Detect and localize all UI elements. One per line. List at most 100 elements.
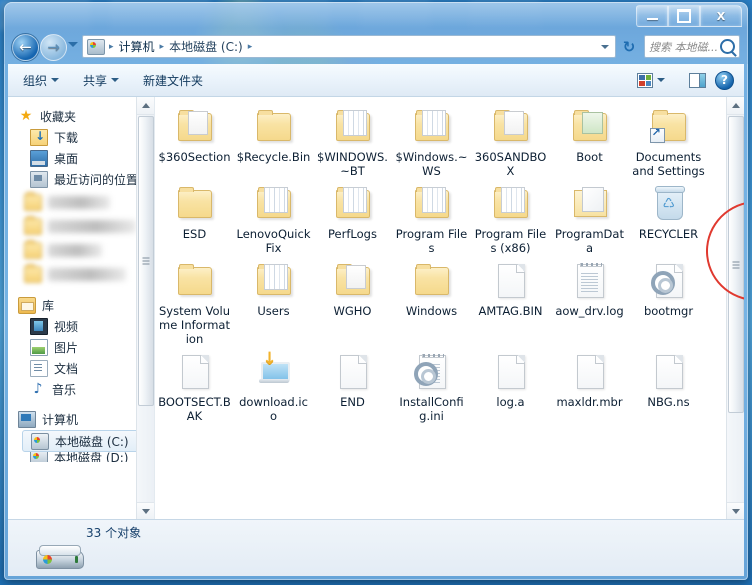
sidebar-item-redacted[interactable] bbox=[8, 214, 154, 238]
file-item[interactable]: System Volume Information bbox=[155, 255, 234, 346]
explorer-window: X ← → ▸ 计算机 ▸ 本地磁盘 (C:) ▸ ↻ 搜索 本地磁... 组织… bbox=[4, 2, 748, 580]
address-bar[interactable]: ▸ 计算机 ▸ 本地磁盘 (C:) ▸ bbox=[82, 35, 616, 58]
file-item[interactable]: NBG.ns bbox=[629, 346, 708, 423]
sidebar-scroll-down-button[interactable] bbox=[137, 502, 154, 519]
file-item[interactable]: Program Files bbox=[392, 178, 471, 255]
nav-group-header-库[interactable]: 库 bbox=[8, 295, 154, 316]
minimize-button[interactable] bbox=[636, 5, 668, 27]
help-button[interactable]: ? bbox=[715, 70, 734, 90]
close-button[interactable]: X bbox=[700, 5, 742, 27]
file-item[interactable]: RECYCLER bbox=[629, 178, 708, 255]
file-item[interactable]: aow_drv.log bbox=[550, 255, 629, 346]
file-item[interactable]: Users bbox=[234, 255, 313, 346]
chevron-down-icon bbox=[657, 78, 665, 82]
file-item[interactable]: BOOTSECT.BAK bbox=[155, 346, 234, 423]
sidebar-scroll-up-button[interactable] bbox=[137, 97, 154, 115]
sidebar-item-桌面[interactable]: 桌面 bbox=[8, 148, 154, 169]
search-input[interactable]: 搜索 本地磁... bbox=[644, 35, 740, 58]
file-item[interactable]: ↓ download.ico bbox=[234, 346, 313, 424]
nav-group: 计算机 本地磁盘 (C:) 本地磁盘 (D:) bbox=[8, 409, 154, 462]
back-button[interactable]: ← bbox=[12, 34, 39, 61]
file-item[interactable]: LenovoQuickFix bbox=[234, 178, 313, 255]
file-item-label: ESD bbox=[182, 227, 207, 241]
sidebar-item-视频[interactable]: 视频 bbox=[8, 316, 154, 337]
file-item[interactable]: log.a bbox=[471, 346, 550, 423]
sidebar-item-最近访问的位置[interactable]: 最近访问的位置 bbox=[8, 169, 154, 190]
file-item[interactable]: AMTAG.BIN bbox=[471, 255, 550, 346]
sidebar-item-本地磁盘 (C:)[interactable]: 本地磁盘 (C:) bbox=[22, 430, 148, 452]
documents-icon bbox=[30, 360, 48, 377]
pictures-icon bbox=[30, 339, 48, 356]
folder-icon bbox=[173, 261, 217, 301]
change-view-button[interactable] bbox=[628, 70, 674, 91]
file-item[interactable]: InstallConfig.ini bbox=[392, 346, 471, 423]
folder-open-doc-icon bbox=[568, 184, 612, 224]
address-dropdown-icon[interactable] bbox=[601, 44, 609, 49]
folder-docs-icon bbox=[173, 107, 217, 147]
content-scroll-up-button[interactable] bbox=[727, 97, 744, 115]
explorer-body: ★ 收藏夹下载桌面最近访问的位置库视频图片文档 ♪ 音乐计算机本地磁盘 (C:) 本地磁… bbox=[8, 97, 744, 519]
file-blank-icon bbox=[647, 352, 691, 392]
breadcrumb-item-computer[interactable]: 计算机 bbox=[116, 38, 158, 55]
file-item-label: LenovoQuickFix bbox=[236, 227, 311, 255]
file-item-label: Users bbox=[257, 304, 290, 318]
sidebar-scrollbar[interactable] bbox=[136, 97, 154, 519]
nav-group-header-收藏夹[interactable]: ★ 收藏夹 bbox=[8, 106, 154, 127]
file-item[interactable]: $Recycle.Bin bbox=[234, 101, 313, 178]
sidebar-item-label: 视频 bbox=[54, 320, 79, 334]
file-item[interactable]: Program Files (x86) bbox=[471, 178, 550, 255]
grip-icon bbox=[142, 260, 150, 262]
sidebar-item-下载[interactable]: 下载 bbox=[8, 127, 154, 148]
sidebar-item-redacted[interactable] bbox=[8, 190, 154, 214]
folder-multi-icon bbox=[331, 107, 375, 147]
refresh-button[interactable]: ↻ bbox=[620, 38, 638, 56]
chevron-up-icon bbox=[141, 103, 150, 108]
file-item-label: Windows bbox=[405, 304, 458, 318]
file-blank-icon bbox=[489, 261, 533, 301]
file-item[interactable]: Windows bbox=[392, 255, 471, 346]
sidebar-item-redacted[interactable] bbox=[8, 262, 154, 286]
file-item[interactable]: $Windows.~WS bbox=[392, 101, 471, 178]
folder-icon bbox=[24, 239, 42, 259]
preview-pane-button[interactable] bbox=[680, 70, 715, 91]
file-grid: $360Section $Recycle.Bin $WINDOWS.~BT $Wind… bbox=[155, 101, 711, 423]
breadcrumb-item-local-disk[interactable]: 本地磁盘 (C:) bbox=[166, 38, 246, 55]
file-item[interactable]: END bbox=[313, 346, 392, 423]
sidebar-item-本地磁盘 (D:)[interactable]: 本地磁盘 (D:) bbox=[8, 452, 154, 462]
content-scroll-thumb[interactable] bbox=[728, 116, 744, 413]
file-item[interactable]: Documents and Settings bbox=[629, 101, 708, 178]
maximize-button[interactable] bbox=[668, 5, 700, 27]
new-folder-button[interactable]: 新建文件夹 bbox=[134, 69, 212, 92]
file-item[interactable]: maxldr.mbr bbox=[550, 346, 629, 423]
file-item[interactable]: Boot bbox=[550, 101, 629, 178]
file-item[interactable]: PerfLogs bbox=[313, 178, 392, 255]
file-item-label: $Recycle.Bin bbox=[236, 150, 311, 164]
file-item[interactable]: ProgramData bbox=[550, 178, 629, 255]
folder-page-icon bbox=[489, 107, 533, 147]
item-count-label: 33 个对象 bbox=[86, 526, 142, 540]
forward-button[interactable]: → bbox=[40, 34, 67, 61]
recent-pages-dropdown-icon[interactable] bbox=[68, 42, 78, 47]
sidebar-item-音乐[interactable]: ♪ 音乐 bbox=[8, 379, 154, 400]
file-item[interactable]: 360SANDBOX bbox=[471, 101, 550, 178]
recent-places-icon bbox=[30, 171, 48, 188]
content-scroll-down-button[interactable] bbox=[727, 502, 744, 519]
file-list-pane[interactable]: $360Section $Recycle.Bin $WINDOWS.~BT $Wind… bbox=[155, 97, 744, 519]
share-button[interactable]: 共享 bbox=[74, 69, 128, 92]
file-item[interactable]: $WINDOWS.~BT bbox=[313, 101, 392, 178]
file-item[interactable]: WGHO bbox=[313, 255, 392, 346]
sidebar-item-图片[interactable]: 图片 bbox=[8, 337, 154, 358]
sidebar-scroll-thumb[interactable] bbox=[138, 116, 154, 406]
organize-label: 组织 bbox=[23, 73, 48, 88]
file-item[interactable]: ESD bbox=[155, 178, 234, 255]
chevron-down-icon bbox=[141, 508, 150, 514]
file-item-label: download.ico bbox=[239, 395, 308, 423]
sidebar-item-文档[interactable]: 文档 bbox=[8, 358, 154, 379]
nav-group-header-计算机[interactable]: 计算机 bbox=[8, 409, 154, 430]
content-scrollbar[interactable] bbox=[726, 97, 744, 519]
file-item-label: $WINDOWS.~BT bbox=[317, 150, 388, 178]
file-item[interactable]: $360Section bbox=[155, 101, 234, 178]
organize-button[interactable]: 组织 bbox=[14, 69, 68, 92]
sidebar-item-redacted[interactable] bbox=[8, 238, 154, 262]
file-item[interactable]: bootmgr bbox=[629, 255, 708, 346]
